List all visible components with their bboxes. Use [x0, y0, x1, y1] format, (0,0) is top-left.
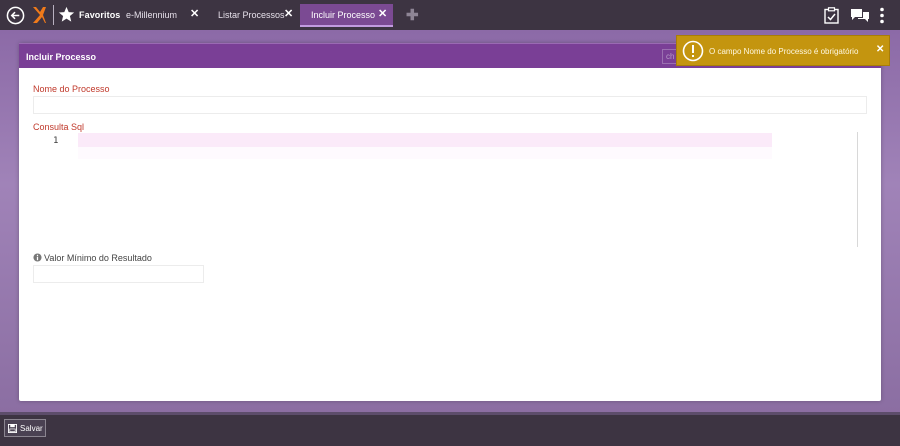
- validation-toast: O campo Nome do Processo é obrigatório ✕: [676, 35, 890, 66]
- process-name-input[interactable]: [33, 96, 867, 114]
- chat-icon[interactable]: [850, 8, 870, 23]
- sql-editor[interactable]: 1: [33, 131, 857, 247]
- tab-label: Listar Processos: [218, 10, 285, 20]
- more-icon[interactable]: [878, 7, 886, 24]
- clipboard-icon[interactable]: [824, 7, 839, 24]
- tab-label: e-Millennium: [126, 10, 178, 20]
- warning-icon: [682, 40, 704, 62]
- top-bar: Favoritos e-Millennium ✕ Listar Processo…: [0, 0, 900, 30]
- favorites-link[interactable]: Favoritos: [79, 10, 120, 20]
- tab-listar-processos[interactable]: Listar Processos ✕: [212, 4, 298, 27]
- page-title: Incluir Processo: [26, 52, 97, 62]
- process-name-label: Nome do Processo: [33, 84, 110, 94]
- close-icon[interactable]: ✕: [284, 9, 293, 20]
- divider: [53, 5, 54, 25]
- star-icon[interactable]: [58, 6, 75, 23]
- close-icon[interactable]: ✕: [190, 9, 199, 20]
- active-line-highlight: [78, 133, 772, 147]
- toast-message: O campo Nome do Processo é obrigatório: [709, 47, 859, 56]
- close-icon[interactable]: ✕: [378, 9, 387, 20]
- tab-e-millennium[interactable]: e-Millennium ✕: [126, 4, 206, 27]
- info-icon: [33, 253, 42, 262]
- logo-icon[interactable]: [31, 6, 47, 24]
- bottom-bar: Salvar: [0, 415, 900, 446]
- tab-incluir-processo[interactable]: Incluir Processo ✕: [300, 4, 393, 27]
- close-icon[interactable]: ✕: [876, 44, 884, 55]
- back-icon[interactable]: [6, 6, 25, 25]
- min-result-input[interactable]: [33, 265, 204, 283]
- line-number: 1: [53, 136, 59, 146]
- editor-scrollbar[interactable]: [857, 132, 858, 247]
- add-tab-icon[interactable]: ✚: [406, 8, 419, 23]
- tab-label: Incluir Processo: [311, 10, 376, 20]
- editor-line-highlight: [78, 147, 772, 159]
- save-icon: [8, 424, 17, 433]
- min-result-label: Valor Mínimo do Resultado: [44, 253, 152, 263]
- form-card: Incluir Processo ch Nome do Processo Con…: [19, 43, 881, 401]
- save-button[interactable]: Salvar: [4, 419, 46, 437]
- save-label: Salvar: [20, 424, 43, 433]
